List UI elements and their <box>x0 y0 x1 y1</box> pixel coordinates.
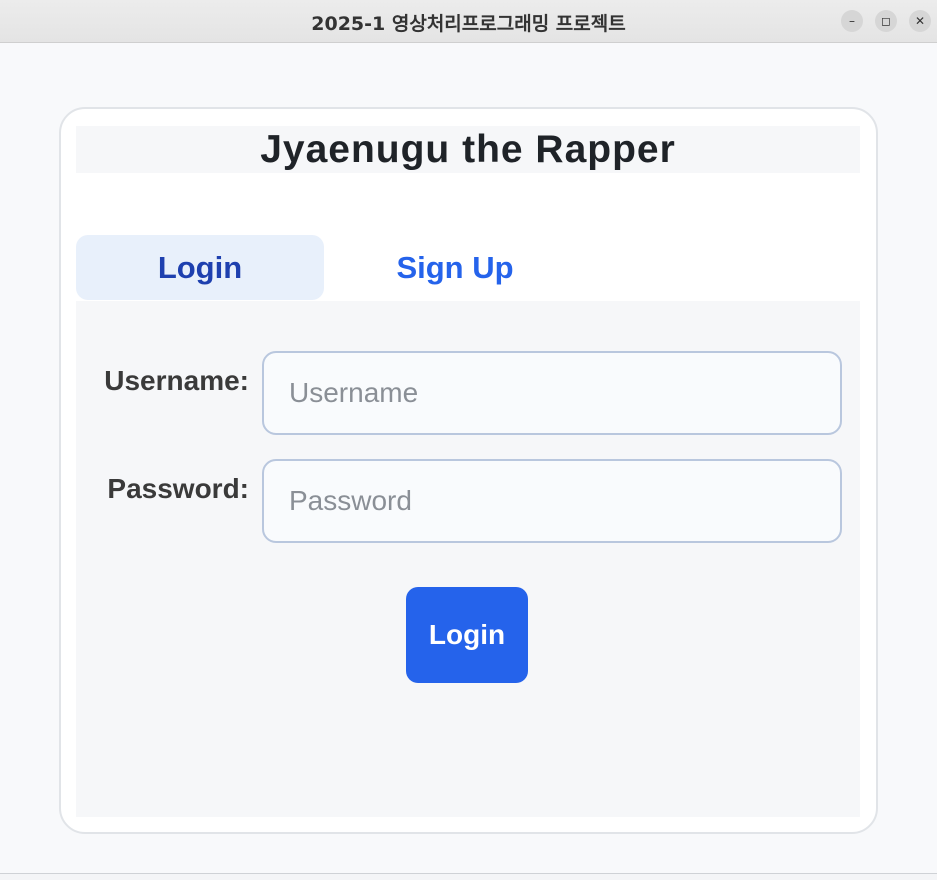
titlebar[interactable]: 2025-1 영상처리프로그래밍 프로젝트 – ◻ ✕ <box>0 0 937 43</box>
app-title: Jyaenugu the Rapper <box>76 126 860 173</box>
app-window: 2025-1 영상처리프로그래밍 프로젝트 – ◻ ✕ Jyaenugu the… <box>0 0 937 874</box>
password-label: Password: <box>107 473 249 504</box>
close-icon[interactable]: ✕ <box>909 10 931 32</box>
minimize-icon[interactable]: – <box>841 10 863 32</box>
window-title: 2025-1 영상처리프로그래밍 프로젝트 <box>311 13 626 35</box>
login-panel: Username: Password: Login <box>76 301 860 817</box>
password-input[interactable] <box>262 459 842 543</box>
login-button[interactable]: Login <box>406 587 528 683</box>
username-input[interactable] <box>262 351 842 435</box>
login-card: Jyaenugu the Rapper Login Sign Up Userna… <box>59 107 878 834</box>
maximize-icon[interactable]: ◻ <box>875 10 897 32</box>
tab-login[interactable]: Login <box>76 235 324 300</box>
username-label: Username: <box>104 365 249 396</box>
tab-sign-up[interactable]: Sign Up <box>329 235 581 300</box>
